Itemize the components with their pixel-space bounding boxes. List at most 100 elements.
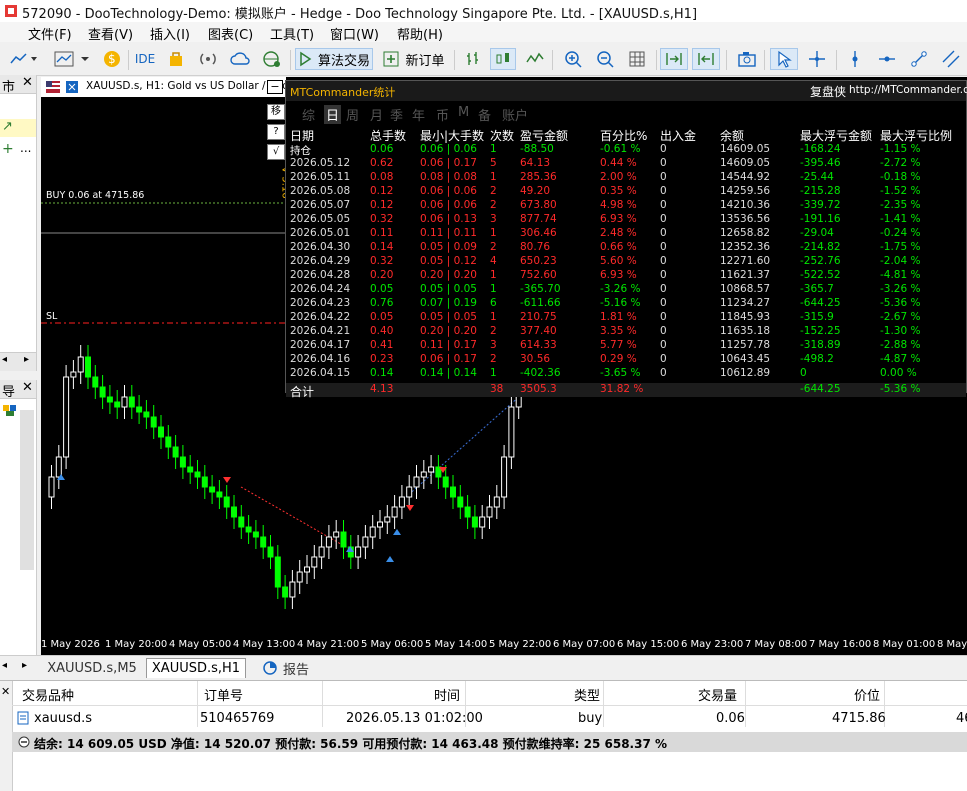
screenshot-button[interactable] [734, 48, 760, 70]
stats-tab[interactable]: 备 [478, 105, 491, 124]
header-volume[interactable]: 交易量 [698, 685, 737, 704]
candlestick-button[interactable] [490, 48, 516, 70]
stats-tab[interactable]: 综 [302, 105, 315, 124]
stats-tab[interactable]: 季 [390, 105, 403, 124]
trendline-button[interactable] [906, 48, 932, 70]
menu-insert[interactable]: 插入(I) [150, 24, 190, 43]
scroll-left-icon[interactable]: ◂ [2, 354, 7, 365]
play-icon [300, 51, 312, 67]
stats-tab[interactable]: M [458, 105, 469, 120]
scroll-right-icon[interactable]: ▸ [24, 354, 29, 365]
chart-type-dropdown[interactable] [6, 48, 42, 70]
stats-tab[interactable]: 月 [370, 105, 383, 124]
bar-chart-button[interactable] [460, 48, 486, 70]
stats-cell: 0.76 [370, 297, 394, 309]
community-button[interactable] [260, 48, 284, 70]
vps-button[interactable] [228, 48, 252, 70]
stats-tab[interactable]: 年 [412, 105, 425, 124]
signals-button[interactable] [196, 48, 220, 70]
stats-cell: 0.08 [370, 171, 394, 183]
menu-file[interactable]: 文件(F) [28, 24, 72, 43]
ide-button[interactable]: IDE [132, 48, 158, 70]
menu-tools[interactable]: 工具(T) [270, 24, 314, 43]
stats-cell: 0 [660, 353, 667, 365]
stats-cell: 0 [660, 255, 667, 267]
tab-xauusd-m5[interactable]: XAUUSD.s,M5 [42, 658, 142, 678]
market-button[interactable] [164, 48, 188, 70]
scroll-left-icon[interactable]: ◂ [2, 660, 7, 671]
header-time[interactable]: 时间 [434, 685, 460, 704]
stats-column-header[interactable]: 次数 [490, 127, 514, 144]
stats-cell: 5.60 % [600, 255, 637, 267]
stats-tab[interactable]: 周 [346, 105, 359, 124]
scroll-right-icon[interactable]: ▸ [22, 660, 27, 671]
stats-tab[interactable]: 币 [436, 105, 449, 124]
header-price[interactable]: 价位 [854, 685, 880, 704]
stats-tab[interactable]: 日 [324, 105, 342, 124]
close-icon[interactable]: ✕ [1, 685, 10, 698]
menu-window[interactable]: 窗口(W) [330, 24, 379, 43]
algo-trading-button[interactable]: 算法交易 [295, 48, 373, 70]
vertical-line-icon [852, 51, 858, 67]
zoom-out-button[interactable] [592, 48, 618, 70]
horizontal-line-button[interactable] [874, 48, 900, 70]
stats-url[interactable]: http://MTCommander.com [849, 84, 967, 96]
zoom-in-button[interactable] [560, 48, 586, 70]
header-order[interactable]: 订单号 [204, 685, 243, 704]
market-row-highlight[interactable]: ↗ [0, 119, 36, 137]
stats-column-header[interactable]: 百分比% [600, 127, 647, 144]
navigator-vscrollbar[interactable] [20, 410, 34, 570]
collapse-circle-icon[interactable] [18, 736, 30, 748]
autoscroll-button[interactable] [660, 48, 688, 70]
stats-column-header[interactable]: 总手数 [370, 127, 406, 144]
crosshair-button[interactable] [804, 48, 830, 70]
stats-column-header[interactable]: 最小|大手数 [420, 127, 484, 144]
stats-column-header[interactable]: 盈亏金额 [520, 127, 568, 144]
cursor-tool-button[interactable] [770, 48, 798, 70]
tab-report[interactable]: 报告 [256, 658, 316, 678]
stats-column-header[interactable]: 日期 [290, 127, 314, 144]
stats-cell: 1 [490, 311, 497, 323]
stats-cell: 0.14 [370, 367, 394, 379]
chart-shift-button[interactable] [692, 48, 720, 70]
stats-column-header[interactable]: 最大浮亏金额 [800, 127, 872, 144]
stats-column-header[interactable]: 出入金 [660, 127, 696, 144]
line-chart-button[interactable] [522, 48, 548, 70]
stats-row: 2026.04.22 0.05 0.05 | 0.05 1 210.75 1.81 % 0 1… [286, 311, 966, 325]
navigator-panel: 导 ✕ ◂ ▸ [0, 380, 37, 676]
plus-icon[interactable]: + [2, 141, 14, 157]
market-scrollbar[interactable]: ◂ ▸ [0, 352, 36, 371]
profiles-button[interactable] [50, 48, 96, 70]
candle-body [398, 496, 405, 508]
stats-cell: 5.77 % [600, 339, 637, 351]
candle-body [92, 376, 99, 388]
stats-cell: 4.98 % [600, 199, 637, 211]
stats-cell: 0.23 [370, 353, 394, 365]
menu-view[interactable]: 查看(V) [88, 24, 133, 43]
stats-cell: -395.46 [800, 157, 841, 169]
metaquotes-button[interactable]: $ [100, 48, 124, 70]
tab-xauusd-h1[interactable]: XAUUSD.s,H1 [146, 658, 246, 678]
channel-button[interactable] [938, 48, 964, 70]
stats-tab[interactable]: 账户 [502, 105, 528, 124]
close-icon[interactable]: ✕ [22, 75, 33, 90]
stats-row: 2026.04.23 0.76 0.07 | 0.19 6 -611.66 -5.16 %… [286, 297, 966, 311]
bag-icon [170, 52, 182, 66]
header-type[interactable]: 类型 [574, 685, 600, 704]
menu-chart[interactable]: 图表(C) [208, 24, 253, 43]
candlestick-icon [496, 53, 509, 64]
table-row[interactable]: xauusd.s 510465769 2026.05.13 01:02:00 b… [12, 707, 967, 729]
vertical-line-button[interactable] [842, 48, 868, 70]
close-icon[interactable]: ✕ [22, 380, 33, 395]
stats-cell: -339.72 [800, 199, 841, 211]
grid-button[interactable] [624, 48, 650, 70]
chart-shift-icon [698, 53, 714, 65]
new-order-button[interactable]: 新订单 [380, 48, 448, 70]
stats-cell: 1 [490, 143, 497, 155]
stats-cell: 30.56 [520, 353, 551, 365]
accounts-icon[interactable] [2, 402, 18, 418]
stats-column-header[interactable]: 余额 [720, 127, 744, 144]
menu-help[interactable]: 帮助(H) [397, 24, 443, 43]
header-symbol[interactable]: 交易品种 [22, 685, 74, 704]
stats-column-header[interactable]: 最大浮亏比例 [880, 127, 952, 144]
